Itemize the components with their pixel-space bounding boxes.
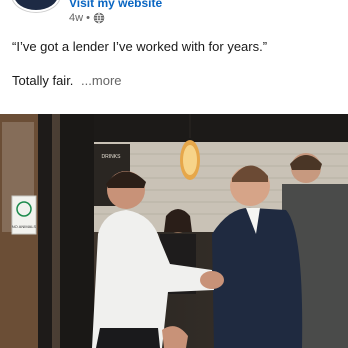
post-quote: “I’ve got a lender I’ve worked with for … (12, 39, 268, 54)
post-photo-illustration: DRINKS NO ANIMALS (0, 114, 348, 348)
globe-icon (93, 12, 105, 24)
author-avatar[interactable] (12, 0, 60, 12)
post-age: 4w (69, 12, 84, 24)
no-animals-sign-text: NO ANIMALS (12, 224, 37, 229)
meta-separator: • (86, 12, 90, 24)
post-image[interactable]: DRINKS NO ANIMALS (0, 114, 348, 348)
post-line: Totally fair. ...more (12, 72, 338, 89)
post-body: “I’ve got a lender I’ve worked with for … (12, 38, 338, 89)
see-more-link[interactable]: ...more (81, 73, 121, 88)
post-meta: 4w • (69, 12, 105, 24)
post-header: Visit my website 4w • (0, 0, 348, 30)
menu-board-text: DRINKS (102, 154, 122, 160)
visit-website-link[interactable]: Visit my website (69, 0, 162, 10)
post-line-text: Totally fair. (12, 73, 74, 88)
